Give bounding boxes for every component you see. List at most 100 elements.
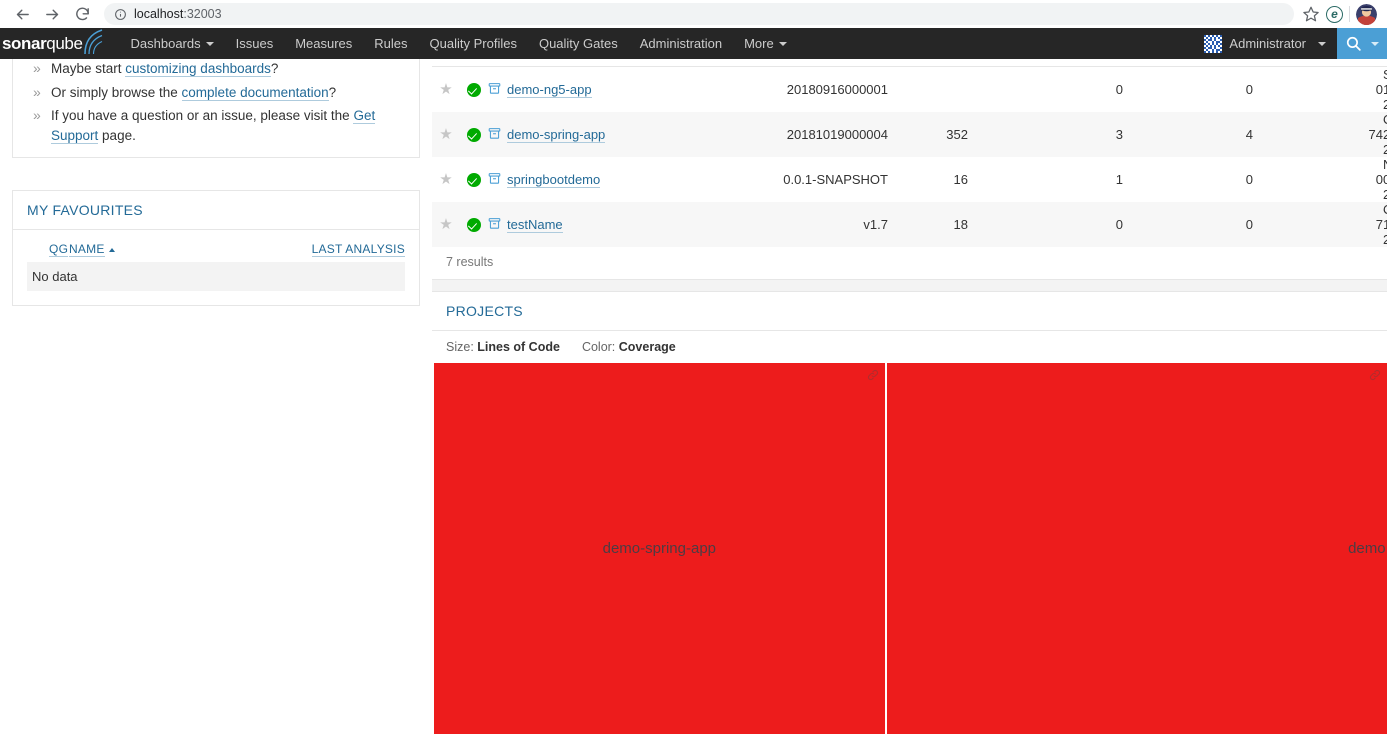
logo-wave-icon xyxy=(83,29,106,58)
treemap-tile[interactable]: demo-spring-app xyxy=(434,363,887,734)
project-name-cell: demo-spring-app xyxy=(488,112,738,157)
col-label: QG xyxy=(49,242,69,257)
nav-label: Issues xyxy=(235,36,274,51)
help-text-post: ? xyxy=(328,84,337,100)
help-item-get-support: If you have a question or an issue, plea… xyxy=(27,106,405,145)
site-info-icon[interactable] xyxy=(114,8,127,21)
quality-gate-status xyxy=(460,202,488,247)
complete-documentation-link[interactable]: complete documentation xyxy=(181,84,329,101)
nav-label: Rules xyxy=(374,36,408,51)
forward-button[interactable] xyxy=(38,2,66,26)
sonarqube-logo[interactable]: sonarqube xyxy=(0,28,120,59)
metric-value-3: 0 xyxy=(1245,82,1253,97)
star-icon: ★ xyxy=(439,126,453,143)
metric-value-2: 0 xyxy=(1115,217,1123,232)
back-arrow-icon xyxy=(14,6,31,23)
check-circle-icon xyxy=(467,83,481,98)
table-row[interactable]: ★ demo-ng5-app 20180916000001 0 0 0 1 2 xyxy=(432,67,1387,112)
sort-asc-icon xyxy=(108,247,115,252)
project-name-cell: springbootdemo xyxy=(488,157,738,202)
table-row[interactable]: ★ testName v1.7 18 0 0 7 1 2 xyxy=(432,202,1387,247)
help-panel: Want to dig into your projects? Maybe st… xyxy=(12,59,420,158)
logo-text-bold: sonar xyxy=(2,33,47,53)
toolbar-divider xyxy=(1349,6,1350,22)
col-label: NAME xyxy=(69,242,105,257)
favourites-header-row: QG NAME LAST ANALYSIS xyxy=(27,238,405,262)
check-circle-icon xyxy=(467,128,481,143)
nav-item-more[interactable]: More xyxy=(733,28,798,59)
treemap-tile[interactable]: demo xyxy=(886,363,1387,734)
nav-label: More xyxy=(744,36,774,51)
reload-button[interactable] xyxy=(68,2,96,26)
browser-chrome: localhost:32003 e xyxy=(0,0,1387,28)
legend-size-label: Size: xyxy=(446,340,474,354)
browser-toolbar-right: e xyxy=(1302,3,1379,25)
projects-treemap: demo-spring-app demo xyxy=(434,363,1387,734)
section-divider xyxy=(432,279,1387,292)
project-link[interactable]: testName xyxy=(507,217,563,233)
user-menu[interactable]: Administrator xyxy=(1193,28,1337,59)
star-icon: ★ xyxy=(439,216,453,233)
favourite-toggle[interactable]: ★ xyxy=(432,157,460,202)
page-body: Want to dig into your projects? Maybe st… xyxy=(0,59,1387,734)
link-icon[interactable] xyxy=(867,368,879,386)
favourite-toggle[interactable]: ★ xyxy=(432,202,460,247)
nav-item-quality-gates[interactable]: Quality Gates xyxy=(528,28,629,59)
nav-label: Quality Gates xyxy=(538,36,618,51)
user-identicon-avatar xyxy=(1204,34,1223,53)
table-row[interactable]: ★ demo-spring-app 20181019000004 352 3 4 xyxy=(432,112,1387,157)
extension-icon[interactable]: e xyxy=(1326,5,1343,23)
customizing-dashboards-link[interactable]: customizing dashboards xyxy=(125,61,271,77)
project-box-icon xyxy=(488,217,501,233)
favourites-col-last-analysis[interactable]: LAST ANALYSIS xyxy=(179,238,405,262)
last-analysis-date: Sep 17 2018 xyxy=(1383,67,1387,112)
navbar-menu: Dashboards Issues Measures Rules Quality… xyxy=(120,28,798,59)
nav-item-dashboards[interactable]: Dashboards xyxy=(120,28,225,59)
metric-value-4: 0 xyxy=(1375,172,1383,187)
project-name-cell: testName xyxy=(488,202,738,247)
help-text-post: ? xyxy=(270,61,279,76)
project-version: 0.0.1-SNAPSHOT xyxy=(783,172,888,187)
forward-arrow-icon xyxy=(44,6,61,23)
last-analysis-date: Oct 20 2018 xyxy=(1383,112,1387,157)
project-link[interactable]: springbootdemo xyxy=(507,172,601,188)
reload-icon xyxy=(74,6,91,23)
back-button[interactable] xyxy=(8,2,36,26)
bookmark-star-icon[interactable] xyxy=(1302,5,1320,23)
search-button[interactable] xyxy=(1337,28,1387,59)
navbar-right: Administrator xyxy=(1193,28,1387,59)
nav-item-issues[interactable]: Issues xyxy=(225,28,285,59)
favourite-toggle[interactable]: ★ xyxy=(432,112,460,157)
table-row[interactable]: ★ springbootdemo 0.0.1-SNAPSHOT 16 1 0 0… xyxy=(432,157,1387,202)
user-menu-label: Administrator xyxy=(1229,36,1306,51)
project-link[interactable]: demo-spring-app xyxy=(507,127,606,143)
address-bar[interactable]: localhost:32003 xyxy=(104,3,1294,25)
last-analysis-date: Oct 19 2018 xyxy=(1383,202,1387,247)
nav-item-rules[interactable]: Rules xyxy=(363,28,418,59)
chevron-down-icon xyxy=(205,41,214,46)
project-link[interactable]: demo-ng5-app xyxy=(507,82,592,98)
nav-item-measures[interactable]: Measures xyxy=(284,28,363,59)
right-column: ★ demo-ng5-app 20180916000001 0 0 0 1 2 … xyxy=(432,59,1387,734)
legend-size: Size: Lines of Code xyxy=(446,340,560,354)
legend-color-label: Color: xyxy=(581,340,616,354)
profile-avatar-icon[interactable] xyxy=(1356,3,1377,25)
favourite-toggle[interactable]: ★ xyxy=(432,67,460,112)
metric-value-3: 0 xyxy=(1245,172,1253,187)
metric-value-4: 0 xyxy=(1375,82,1383,97)
project-name-cell: demo-ng5-app xyxy=(488,67,738,112)
legend-color: Color: Coverage xyxy=(582,340,676,354)
nav-item-administration[interactable]: Administration xyxy=(629,28,733,59)
help-item-documentation: Or simply browse the complete documentat… xyxy=(27,83,405,103)
logo-text: sonarqube xyxy=(2,34,83,54)
nav-item-quality-profiles[interactable]: Quality Profiles xyxy=(419,28,528,59)
metric-value-2: 1 xyxy=(1115,172,1123,187)
favourites-col-qg[interactable]: QG xyxy=(27,238,69,262)
help-item-customizing-dashboards: Maybe start customizing dashboards? xyxy=(27,59,405,79)
metric-value-1: 18 xyxy=(953,217,968,232)
left-column: Want to dig into your projects? Maybe st… xyxy=(0,59,432,734)
link-icon[interactable] xyxy=(1369,368,1381,386)
favourites-col-name[interactable]: NAME xyxy=(69,238,179,262)
favourites-empty-row: No data xyxy=(27,262,405,291)
last-analysis-date: Nov 02 2018 xyxy=(1383,157,1387,202)
